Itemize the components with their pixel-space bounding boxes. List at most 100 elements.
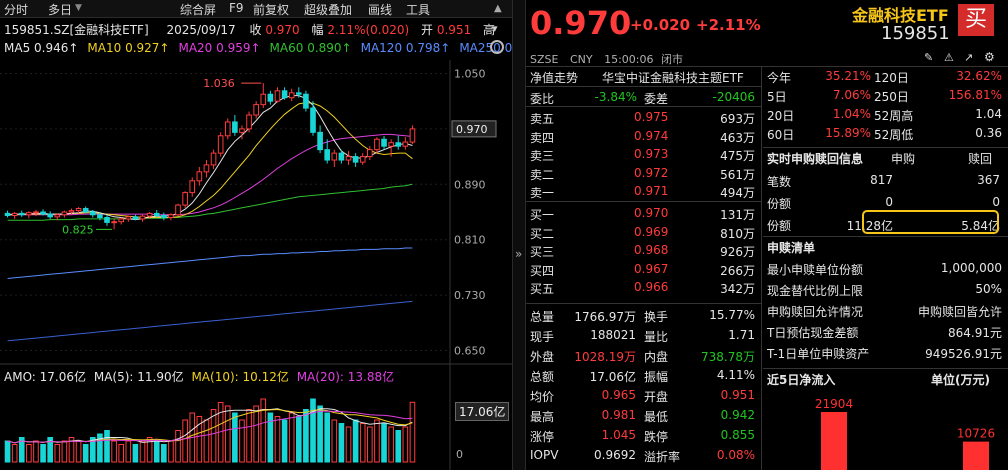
market-meta: SZSE CNY 15:00:06 闭市 — [530, 51, 683, 67]
current-price-label: 0.970 — [456, 123, 488, 136]
redemption-row-value: 949526.91元 — [925, 347, 1002, 361]
redemption-row-label: 申购赎回允许情况 — [767, 305, 864, 319]
return-label: 5日 — [767, 90, 787, 104]
creation-row-label: 笔数 — [767, 175, 792, 189]
stat-label: IOPV — [530, 448, 559, 462]
redemption-row-label: 现金替代比例上限 — [767, 284, 864, 298]
candle-body — [104, 217, 110, 223]
fund-info: 今年 35.21% 120日 32.62% 5日 7.06% 250日 156.81% 20日 1… — [763, 66, 1008, 470]
bid-label: 买四 — [530, 263, 555, 278]
volume-bar — [104, 430, 110, 463]
bid-label: 买三 — [530, 245, 555, 260]
volume-bar — [132, 444, 139, 463]
bid-volume: 810万 — [720, 226, 755, 241]
candle-body — [18, 212, 25, 216]
redemption-row-label: 最小申赎单位份额 — [767, 263, 864, 277]
candle-body — [182, 192, 188, 206]
volume-bar — [367, 426, 373, 463]
redemption-row-label: T日预估现金差额 — [767, 326, 859, 340]
return-value: 32.62% — [956, 69, 1002, 83]
buy-button[interactable]: 买 — [958, 4, 994, 36]
volume-bar — [82, 444, 89, 463]
price-tick-label: 0.650 — [454, 345, 486, 358]
stat-value: 1028.19万 — [574, 350, 636, 364]
time-label: 15:00:06 — [604, 53, 654, 66]
candle-body — [125, 216, 132, 220]
bid-volume: 266万 — [720, 263, 755, 278]
highlight-box — [862, 210, 999, 234]
candle-body — [153, 212, 160, 216]
volume-bar — [26, 444, 32, 463]
stat-value: 0.951 — [720, 388, 755, 402]
stat-label: 量比 — [644, 330, 669, 344]
ask-label: 卖二 — [530, 167, 555, 182]
ask-label: 卖四 — [530, 130, 555, 145]
volume-bar — [359, 423, 366, 463]
stat-label: 内盘 — [644, 350, 669, 364]
stat-value: 1766.97万 — [574, 310, 636, 324]
return-label: 52周低 — [874, 128, 914, 142]
candle-body — [367, 149, 373, 158]
nav-trend-tab[interactable]: 净值走势 — [530, 69, 578, 86]
redemption-row-label: T-1日单位申赎资产 — [767, 347, 870, 361]
redemption-row-value: 申购赎回皆允许 — [917, 305, 1002, 319]
candle-body — [295, 92, 302, 95]
volume-bar — [139, 440, 146, 463]
volume-bar — [40, 444, 46, 463]
candle-body — [89, 211, 96, 216]
candle-body — [310, 107, 316, 133]
gear-icon[interactable]: ⚙ — [984, 50, 996, 64]
candle-body — [232, 121, 238, 133]
candle-body — [196, 171, 203, 182]
volume-bar — [395, 430, 402, 463]
candle-body — [4, 212, 11, 216]
price-tick-label: 0.890 — [454, 178, 486, 191]
creation-redeem-value: 367 — [977, 173, 1000, 187]
volume-bar — [338, 423, 345, 463]
currency-label: CNY — [569, 53, 593, 66]
stat-value: 15.77% — [709, 308, 755, 322]
volume-bar — [182, 419, 188, 463]
candle-body — [324, 149, 331, 161]
bid-volume: 131万 — [720, 208, 755, 222]
candle-body — [374, 138, 380, 151]
ma5-line — [7, 95, 413, 221]
edit-icon[interactable]: ✎ — [924, 51, 936, 64]
volume-bar — [239, 419, 245, 463]
stat-value: 0.855 — [720, 428, 755, 442]
panel-collapse-toggle[interactable]: » — [512, 0, 526, 470]
volume-bar — [125, 440, 132, 463]
vol-ma5-value: MA(5): 11.90亿 — [93, 370, 184, 384]
return-value: 15.89% — [825, 126, 871, 140]
volume-current-badge: 17.06亿 — [455, 402, 510, 421]
return-label: 60日 — [767, 128, 795, 142]
kline-chart[interactable]: 1.050 0.890 0.810 0.730 0.650 0.970 1.036 0.825 — [0, 0, 512, 470]
volume-bar — [11, 444, 18, 463]
candle-body — [303, 93, 309, 109]
volume-bar — [374, 419, 380, 463]
warning-icon[interactable]: ⚠ — [944, 51, 956, 64]
creation-redeem-value: 0 — [992, 195, 1000, 209]
volume-bar — [224, 405, 231, 463]
amo-value: AMO: 17.06亿 — [4, 370, 87, 384]
candle-body — [168, 214, 174, 219]
creation-col-redeem: 赎回 — [968, 152, 993, 166]
return-value: 1.04 — [975, 107, 1002, 121]
stat-label: 总量 — [530, 310, 555, 324]
candle-body — [317, 131, 323, 151]
volume-bar — [310, 398, 316, 463]
candle-body — [118, 218, 125, 223]
share-icon[interactable]: ↗ — [964, 51, 976, 64]
ma-lines — [7, 95, 413, 342]
inflow-bar — [963, 441, 989, 470]
stat-label: 涨停 — [530, 430, 555, 444]
volume-ma20-line — [7, 410, 413, 444]
inflow-bar-label: 10726 — [957, 427, 995, 441]
candle-body — [345, 156, 352, 161]
volume-bar — [288, 412, 295, 463]
tracked-index-name: 华宝中证金融科技主题ETF — [602, 71, 744, 85]
creation-subscribe-value: 817 — [870, 173, 893, 187]
volume-bar — [295, 416, 302, 463]
candle-body — [260, 93, 267, 106]
volume-bar — [331, 419, 338, 463]
